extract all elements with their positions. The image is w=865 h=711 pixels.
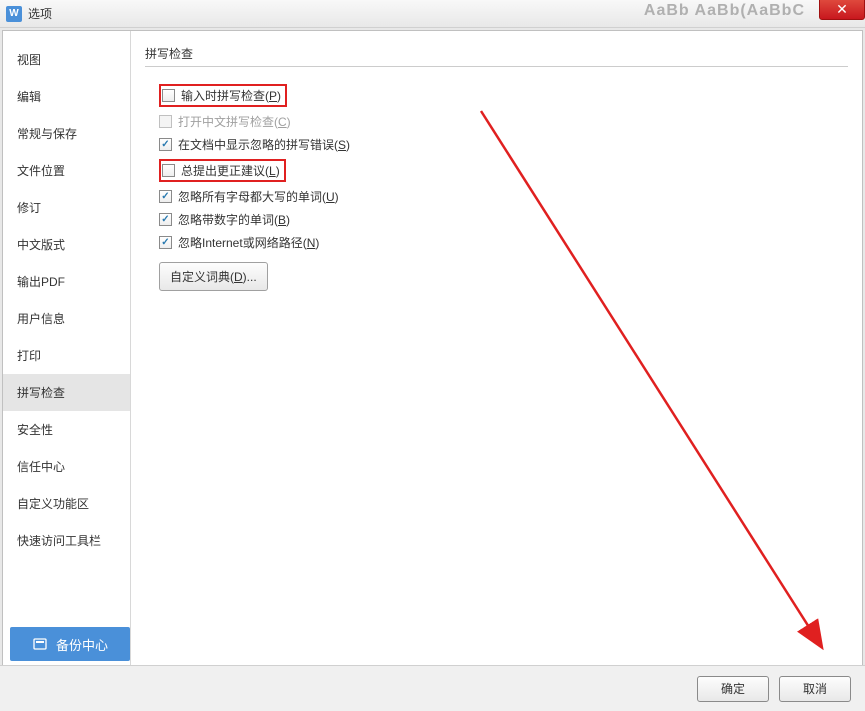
option-label-5: 忽略带数字的单词(B) <box>178 211 290 228</box>
sidebar-item-7[interactable]: 用户信息 <box>3 300 130 337</box>
sidebar-item-5[interactable]: 中文版式 <box>3 226 130 263</box>
option-row-2: 在文档中显示忽略的拼写错误(S) <box>145 133 860 156</box>
sidebar: 视图编辑常规与保存文件位置修订中文版式输出PDF用户信息打印拼写检查安全性信任中… <box>3 31 131 666</box>
sidebar-item-0[interactable]: 视图 <box>3 41 130 78</box>
sidebar-item-13[interactable]: 快速访问工具栏 <box>3 522 130 559</box>
checkbox-0[interactable] <box>162 89 175 102</box>
sidebar-item-8[interactable]: 打印 <box>3 337 130 374</box>
cancel-button[interactable]: 取消 <box>779 676 851 702</box>
checkbox-1 <box>159 115 172 128</box>
bottom-bar: 确定 取消 <box>0 665 865 711</box>
close-icon: ✕ <box>836 1 848 18</box>
option-row-4: 忽略所有字母都大写的单词(U) <box>145 185 860 208</box>
close-button[interactable]: ✕ <box>819 0 865 20</box>
sidebar-item-9[interactable]: 拼写检查 <box>3 374 130 411</box>
checkbox-4[interactable] <box>159 190 172 203</box>
sidebar-item-3[interactable]: 文件位置 <box>3 152 130 189</box>
sidebar-item-1[interactable]: 编辑 <box>3 78 130 115</box>
main-container: 视图编辑常规与保存文件位置修订中文版式输出PDF用户信息打印拼写检查安全性信任中… <box>2 30 863 667</box>
background-text: AaBb AaBb(AaBbC <box>644 2 805 20</box>
checkbox-3[interactable] <box>162 164 175 177</box>
backup-center-label: 备份中心 <box>56 635 108 654</box>
option-row-0: 输入时拼写检查(P) <box>145 81 860 110</box>
backup-icon <box>32 636 48 652</box>
sidebar-item-4[interactable]: 修订 <box>3 189 130 226</box>
checkbox-2[interactable] <box>159 138 172 151</box>
sidebar-item-10[interactable]: 安全性 <box>3 411 130 448</box>
ok-button[interactable]: 确定 <box>697 676 769 702</box>
option-label-2: 在文档中显示忽略的拼写错误(S) <box>178 136 350 153</box>
option-label-6: 忽略Internet或网络路径(N) <box>178 234 319 251</box>
window-title: 选项 <box>28 5 52 22</box>
option-row-5: 忽略带数字的单词(B) <box>145 208 860 231</box>
option-label-0: 输入时拼写检查(P) <box>181 87 281 104</box>
app-icon: W <box>6 6 22 22</box>
checkbox-6[interactable] <box>159 236 172 249</box>
option-label-1: 打开中文拼写检查(C) <box>178 113 291 130</box>
option-row-3: 总提出更正建议(L) <box>145 156 860 185</box>
sidebar-item-12[interactable]: 自定义功能区 <box>3 485 130 522</box>
option-row-6: 忽略Internet或网络路径(N) <box>145 231 860 254</box>
option-label-4: 忽略所有字母都大写的单词(U) <box>178 188 339 205</box>
option-label-3: 总提出更正建议(L) <box>181 162 280 179</box>
checkbox-5[interactable] <box>159 213 172 226</box>
option-row-1: 打开中文拼写检查(C) <box>145 110 860 133</box>
sidebar-item-6[interactable]: 输出PDF <box>3 263 130 300</box>
section-header: 拼写检查 <box>145 45 848 67</box>
content-panel: 拼写检查 输入时拼写检查(P) 打开中文拼写检查(C) 在文档中显示忽略的拼写错误(… <box>131 31 862 666</box>
titlebar: W 选项 AaBb AaBb(AaBbC ✕ <box>0 0 865 28</box>
highlight-box: 总提出更正建议(L) <box>159 159 286 182</box>
custom-dictionary-button[interactable]: 自定义词典(D)... <box>159 262 268 291</box>
highlight-box: 输入时拼写检查(P) <box>159 84 287 107</box>
backup-center-button[interactable]: 备份中心 <box>10 627 130 661</box>
options-list: 输入时拼写检查(P) 打开中文拼写检查(C) 在文档中显示忽略的拼写错误(S) 总提出… <box>145 81 860 254</box>
sidebar-item-2[interactable]: 常规与保存 <box>3 115 130 152</box>
sidebar-item-11[interactable]: 信任中心 <box>3 448 130 485</box>
